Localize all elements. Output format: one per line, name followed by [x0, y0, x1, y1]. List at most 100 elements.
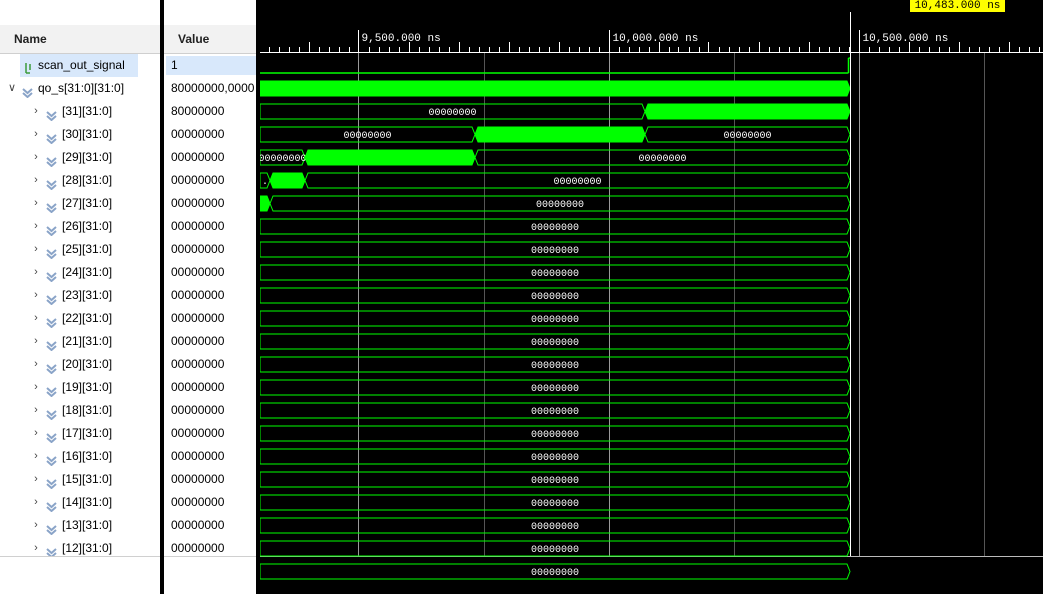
signal-value-row[interactable]: 00000000 — [164, 307, 256, 330]
signal-value: 00000000 — [171, 357, 225, 371]
signal-value: 00000000 — [171, 449, 225, 463]
signal-value-row[interactable]: 00000000 — [164, 353, 256, 376]
signal-value: 00000000 — [171, 426, 225, 440]
signal-value-row[interactable]: 00000000 — [164, 445, 256, 468]
signal-value-row[interactable]: 1 — [164, 54, 256, 77]
bus-signal-icon — [46, 152, 57, 168]
expand-chevron-icon[interactable]: › — [30, 353, 42, 376]
signal-name-row[interactable]: › [18][31:0] — [0, 399, 160, 422]
signal-name-row[interactable]: › [30][31:0] — [0, 123, 160, 146]
bus-signal-icon — [46, 451, 57, 467]
signal-name-row[interactable]: › [13][31:0] — [0, 514, 160, 537]
bus-value-label: 00000000 — [531, 407, 579, 418]
time-tick-label: 10,000.000 ns — [613, 33, 699, 45]
expand-chevron-icon[interactable]: › — [30, 123, 42, 146]
signal-name-row[interactable]: scan_out_signal — [0, 54, 160, 77]
bus-segment-active — [260, 80, 851, 97]
signal-name-row[interactable]: › [21][31:0] — [0, 330, 160, 353]
time-tick-label: 10,500.000 ns — [863, 33, 949, 45]
signal-name: [25][31:0] — [62, 242, 113, 256]
expand-chevron-icon[interactable]: › — [30, 422, 42, 445]
signal-name-row[interactable]: › [23][31:0] — [0, 284, 160, 307]
signal-name-row[interactable]: › [27][31:0] — [0, 192, 160, 215]
waveform-canvas[interactable]: 9,500.000 ns 10,000.000 ns 10,500.000 ns 00… — [260, 0, 1043, 594]
signal-name-row[interactable]: › [31][31:0] — [0, 100, 160, 123]
signal-name-row[interactable]: › [20][31:0] — [0, 353, 160, 376]
signal-value-row[interactable]: 00000000 — [164, 169, 256, 192]
signal-value: 00000000 — [171, 380, 225, 394]
expand-chevron-icon[interactable]: › — [30, 307, 42, 330]
signal-value-row[interactable]: 00000000 — [164, 399, 256, 422]
expand-chevron-icon[interactable]: › — [30, 238, 42, 261]
expand-chevron-icon[interactable]: › — [30, 192, 42, 215]
expand-chevron-icon[interactable]: › — [30, 169, 42, 192]
signal-value-row[interactable]: 00000000 — [164, 376, 256, 399]
expand-chevron-icon[interactable]: › — [30, 330, 42, 353]
signal-name-row[interactable]: › [29][31:0] — [0, 146, 160, 169]
signal-value-row[interactable]: 00000000 — [164, 284, 256, 307]
bus-value-label: 00000000 — [531, 246, 579, 257]
expand-chevron-icon[interactable]: › — [30, 100, 42, 123]
signal-value-row[interactable]: 80000000 — [164, 100, 256, 123]
signal-value: 00000000 — [171, 265, 225, 279]
expand-chevron-icon[interactable]: › — [30, 284, 42, 307]
cursor-time-label[interactable]: 10,483.000 ns — [910, 0, 1005, 12]
signal-name-row[interactable]: › [24][31:0] — [0, 261, 160, 284]
expand-chevron-icon[interactable]: › — [30, 146, 42, 169]
expand-chevron-icon[interactable]: › — [30, 261, 42, 284]
expand-chevron-icon[interactable]: › — [30, 376, 42, 399]
signal-value-row[interactable]: 00000000 — [164, 468, 256, 491]
signal-name: [28][31:0] — [62, 173, 113, 187]
bus-value-label: 00000000 — [531, 292, 579, 303]
signal-name: [21][31:0] — [62, 334, 113, 348]
signal-value-row[interactable]: 00000000 — [164, 146, 256, 169]
signal-name: [23][31:0] — [62, 288, 113, 302]
signal-value-row[interactable]: 00000000 — [164, 215, 256, 238]
signal-name-row[interactable]: › [14][31:0] — [0, 491, 160, 514]
waveform-panel[interactable]: 9,500.000 ns 10,000.000 ns 10,500.000 ns 00… — [260, 0, 1043, 594]
signal-value: 00000000 — [171, 518, 225, 532]
signal-name-row[interactable]: › [15][31:0] — [0, 468, 160, 491]
bus-signal-icon — [46, 129, 57, 145]
signal-name-row[interactable]: › [19][31:0] — [0, 376, 160, 399]
expand-chevron-icon[interactable]: › — [30, 445, 42, 468]
expand-chevron-icon[interactable]: › — [30, 491, 42, 514]
name-column-footer — [0, 556, 160, 594]
expand-chevron-icon[interactable]: › — [30, 399, 42, 422]
signal-value-row[interactable]: 00000000 — [164, 192, 256, 215]
bus-value-label: 00000000 — [553, 177, 601, 188]
signal-name: [24][31:0] — [62, 265, 113, 279]
signal-name-row[interactable]: › [26][31:0] — [0, 215, 160, 238]
expand-chevron-icon[interactable]: › — [30, 215, 42, 238]
bus-signal-icon — [22, 83, 33, 99]
signal-name-row[interactable]: › [28][31:0] — [0, 169, 160, 192]
signal-name-row[interactable]: › [25][31:0] — [0, 238, 160, 261]
signal-name: [15][31:0] — [62, 472, 113, 486]
signal-value-row[interactable]: 80000000,0000 — [164, 77, 256, 100]
signal-value-row[interactable]: 00000000 — [164, 422, 256, 445]
bus-signal-icon — [46, 497, 57, 513]
signal-value-row[interactable]: 00000000 — [164, 261, 256, 284]
expand-chevron-icon[interactable]: › — [30, 468, 42, 491]
signal-value: 1 — [171, 58, 178, 72]
signal-name-row[interactable]: › [17][31:0] — [0, 422, 160, 445]
value-column-header[interactable]: Value — [164, 25, 256, 54]
signal-value-row[interactable]: 00000000 — [164, 123, 256, 146]
signal-value-row[interactable]: 00000000 — [164, 330, 256, 353]
bus-value-label: . — [262, 177, 268, 188]
signal-name-row[interactable]: › [16][31:0] — [0, 445, 160, 468]
bus-value-label: 00000000 — [531, 545, 579, 556]
bus-value-label: 00000000 — [531, 269, 579, 280]
collapse-chevron-icon[interactable]: ∨ — [6, 77, 18, 100]
bus-signal-icon — [46, 359, 57, 375]
expand-chevron-icon[interactable]: › — [30, 514, 42, 537]
signal-name-row[interactable]: › [22][31:0] — [0, 307, 160, 330]
signal-value-row[interactable]: 00000000 — [164, 514, 256, 537]
bus-signal-icon — [46, 267, 57, 283]
signal-name-row[interactable]: ∨ qo_s[31:0][31:0] — [0, 77, 160, 100]
signal-value: 00000000 — [171, 403, 225, 417]
signal-value-row[interactable]: 00000000 — [164, 491, 256, 514]
name-column-header[interactable]: Name — [0, 25, 160, 54]
signal-name: scan_out_signal — [38, 58, 125, 72]
signal-value-row[interactable]: 00000000 — [164, 238, 256, 261]
